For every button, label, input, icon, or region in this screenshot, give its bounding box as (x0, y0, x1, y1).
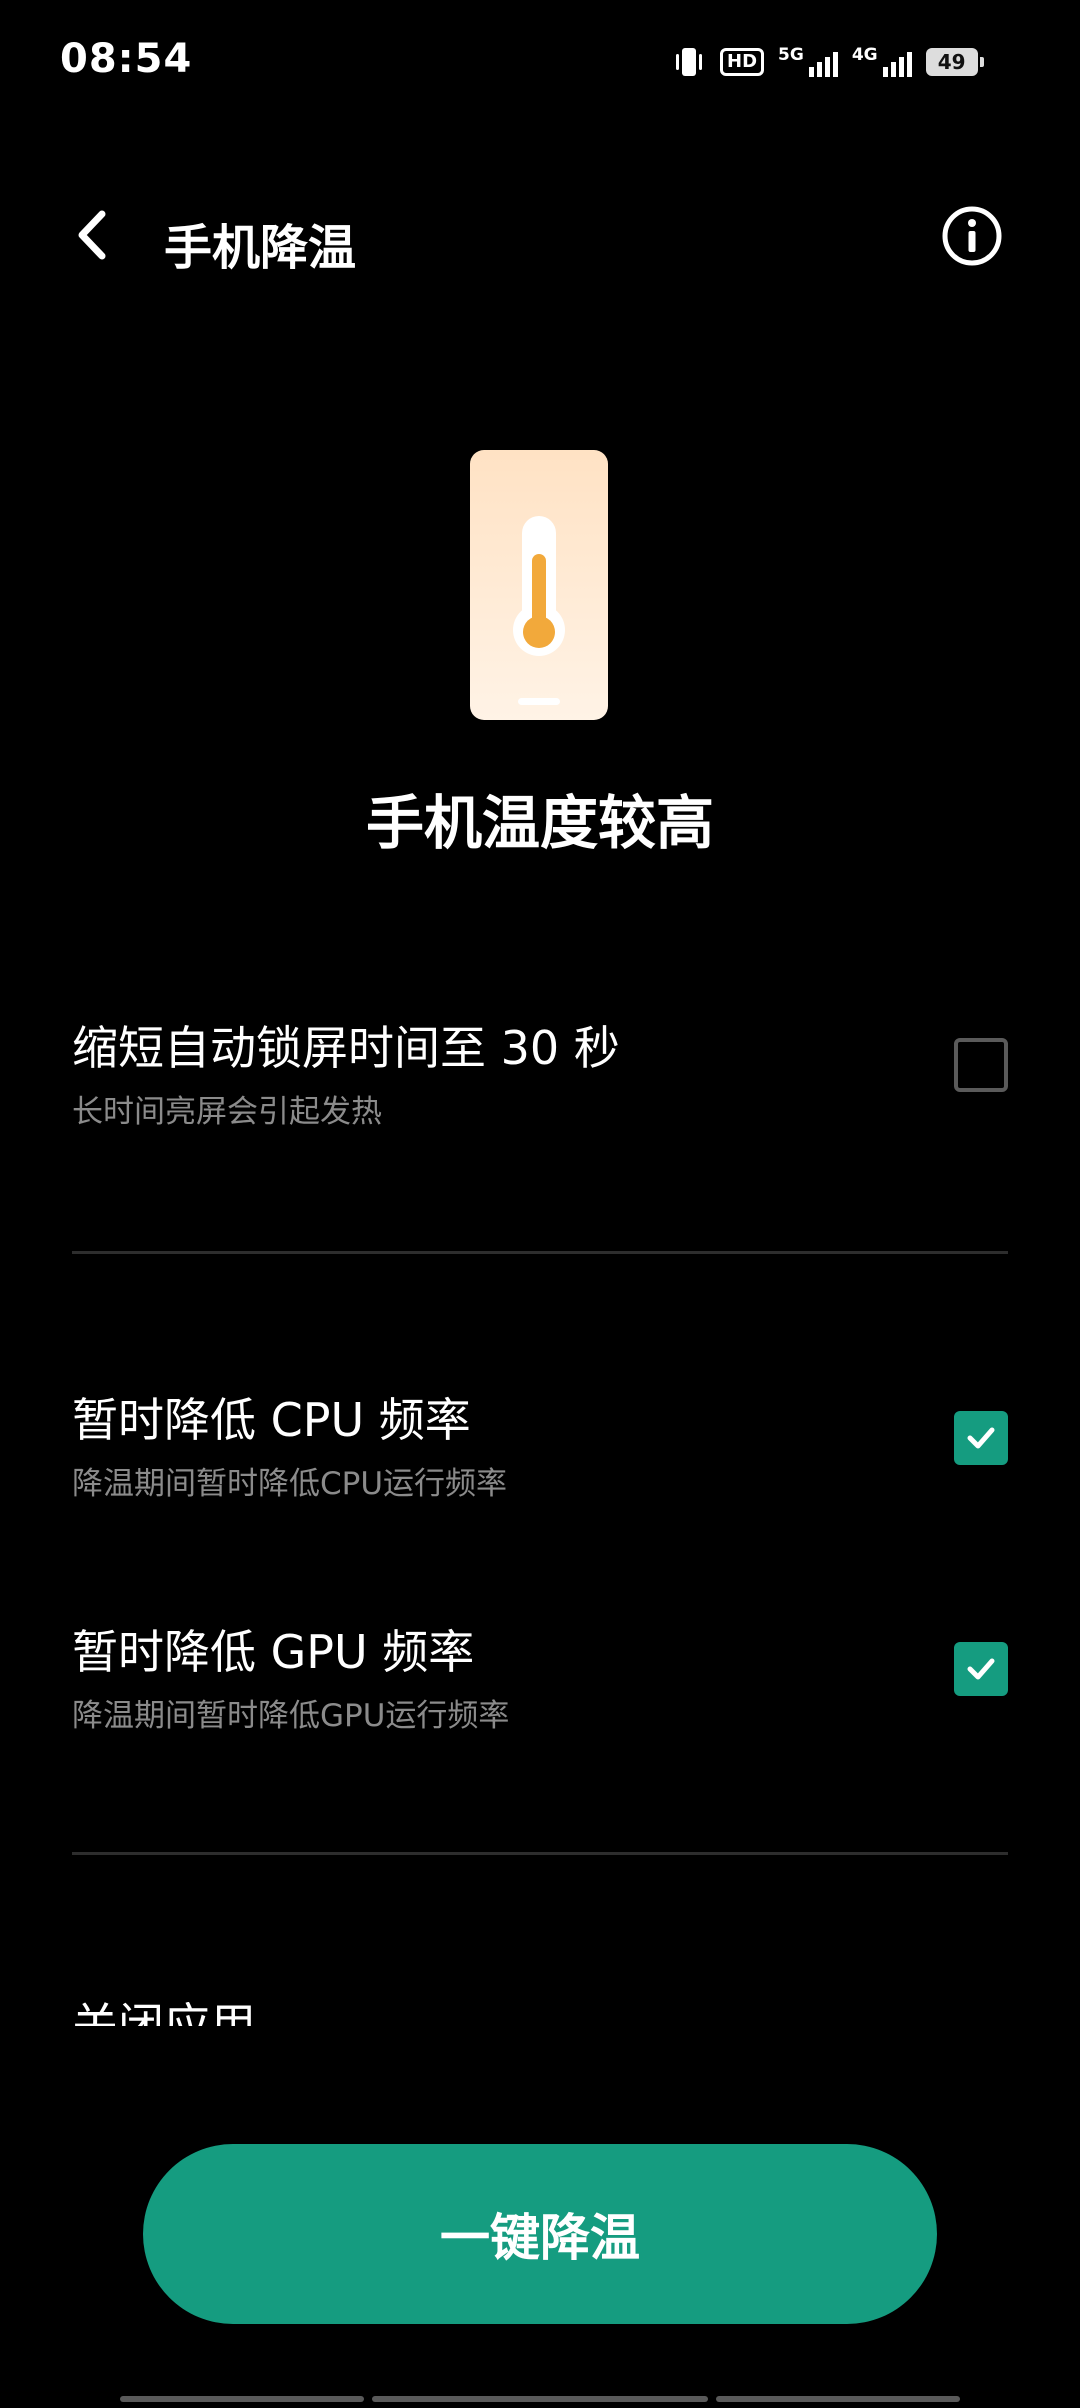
one-tap-cool-button[interactable]: 一键降温 (143, 2144, 937, 2324)
page-title: 手机降温 (164, 220, 357, 276)
section-close-apps-label: 关闭应用 (72, 2002, 256, 2026)
status-icons: HD 5G 4G 49 (672, 42, 984, 82)
nav-bar-segment (120, 2396, 364, 2402)
info-circle-icon (942, 206, 1002, 266)
status-time: 08:54 (60, 36, 193, 82)
option-lock-screen-title: 缩短自动锁屏时间至 30 秒 (72, 1021, 620, 1075)
option-gpu-subtitle: 降温期间暂时降低GPU运行频率 (72, 1698, 510, 1734)
option-cpu-subtitle: 降温期间暂时降低CPU运行频率 (72, 1466, 508, 1502)
thermometer-phone-icon (470, 450, 608, 720)
hero-title: 手机温度较高 (365, 789, 714, 857)
back-button[interactable] (64, 200, 124, 270)
signal-4g-label: 4G (851, 45, 878, 65)
info-button[interactable] (940, 204, 1004, 268)
battery-icon: 49 (925, 48, 984, 76)
option-lock-screen-subtitle: 长时间亮屏会引起发热 (72, 1094, 382, 1130)
hd-icon: HD (720, 48, 765, 76)
option-lock-screen-checkbox[interactable] (954, 1038, 1008, 1092)
nav-bar-segment (716, 2396, 960, 2402)
vibrate-icon (676, 48, 702, 76)
divider (72, 1251, 1008, 1254)
option-cpu-title: 暂时降低 CPU 频率 (72, 1393, 471, 1447)
nav-bar-segment (372, 2396, 708, 2402)
chevron-left-icon (78, 210, 106, 260)
signal-5g-icon: 5G (778, 47, 838, 77)
divider (72, 1852, 1008, 1855)
option-gpu-checkbox[interactable] (954, 1642, 1008, 1696)
signal-5g-label: 5G (778, 45, 804, 65)
checkmark-icon (967, 1427, 995, 1449)
signal-4g-icon: 4G (852, 47, 912, 77)
option-cpu-checkbox[interactable] (954, 1411, 1008, 1465)
option-gpu-title: 暂时降低 GPU 频率 (72, 1625, 475, 1679)
section-close-apps-text: 关闭应用 (72, 2002, 256, 2026)
checkmark-icon (967, 1658, 995, 1680)
battery-level: 49 (937, 50, 966, 74)
